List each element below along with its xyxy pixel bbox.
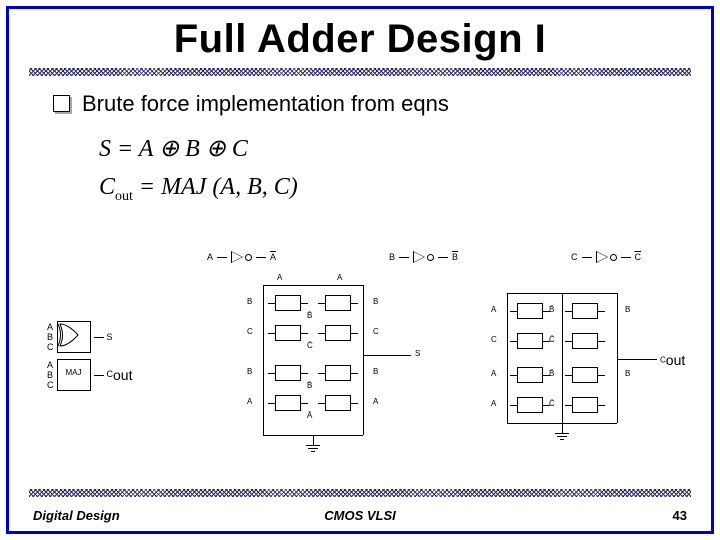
transistor-icon <box>325 295 351 311</box>
inverter-b-out: B <box>452 252 458 262</box>
footer: Digital Design CMOS VLSI 43 <box>9 508 711 523</box>
bullet-icon <box>53 95 70 112</box>
inverter-c: C C <box>571 251 641 263</box>
eqn2-rhs: MAJ (A, B, C) <box>161 174 298 200</box>
inverter-a-in: A <box>207 252 213 262</box>
buffer-icon <box>231 251 243 263</box>
inverter-b-in: B <box>389 252 395 262</box>
slide-frame: Full Adder Design I Brute force implemen… <box>6 6 714 534</box>
ground-icon <box>306 445 320 455</box>
slide-title: Full Adder Design I <box>9 17 711 62</box>
transistor-icon <box>275 325 301 341</box>
transistor-icon <box>275 395 301 411</box>
transistor-icon <box>572 303 598 319</box>
eqn1-rhs: A ⊕ B ⊕ C <box>139 136 248 162</box>
sum-output-label: S <box>415 349 420 358</box>
maj-output: Cout <box>107 367 133 383</box>
transistor-schematic-cout: A B̄ B C C̄ Cout A B̄ B A C̄ <box>467 289 667 449</box>
inverter-bubble-icon <box>427 254 434 261</box>
diagram-area: A A B B C C <box>47 245 681 465</box>
buffer-icon <box>596 251 608 263</box>
transistor-icon <box>325 395 351 411</box>
bullet-text: Brute force implementation from eqns <box>82 91 449 117</box>
transistor-icon <box>517 397 543 413</box>
transistor-icon <box>572 333 598 349</box>
xor-output: S <box>107 332 113 342</box>
eqn1-lhs: S <box>99 136 111 162</box>
transistor-icon <box>517 367 543 383</box>
maj-gate-icon: MAJ <box>57 359 91 391</box>
footer-center: CMOS VLSI <box>9 508 711 523</box>
bullet-item: Brute force implementation from eqns <box>53 91 681 117</box>
eqn2-lhs-base: C <box>99 174 115 200</box>
content-area: Brute force implementation from eqns S =… <box>53 91 681 207</box>
maj-inputs: A B C <box>47 360 54 390</box>
buffer-icon <box>413 251 425 263</box>
inverter-a-out: A <box>270 252 276 262</box>
inverter-bubble-icon <box>245 254 252 261</box>
inverter-c-out: C <box>635 252 642 262</box>
transistor-icon <box>517 303 543 319</box>
xor-gate-row: A B C S <box>47 321 167 353</box>
inverter-a: A A <box>207 251 276 263</box>
maj-gate-row: A B C MAJ Cout <box>47 359 167 391</box>
xor-inputs: A B C <box>47 322 54 352</box>
transistor-icon <box>517 333 543 349</box>
transistor-icon <box>325 325 351 341</box>
logic-block: A B C S A B C MAJ <box>47 321 167 397</box>
transistor-icon <box>572 367 598 383</box>
equation-1: S = A ⊕ B ⊕ C <box>99 131 681 167</box>
eqn2-lhs-sub: out <box>115 189 133 204</box>
equations: S = A ⊕ B ⊕ C Cout = MAJ (A, B, C) <box>99 131 681 207</box>
cout-output-label: Cout <box>660 352 685 368</box>
transistor-icon <box>275 295 301 311</box>
inverter-bubble-icon <box>610 254 617 261</box>
transistor-schematic-sum: A A B B̄ B C C̄ C S B B̄ <box>215 275 425 455</box>
divider-top <box>29 68 691 76</box>
transistor-icon <box>572 397 598 413</box>
divider-bottom <box>29 489 691 497</box>
equation-2: Cout = MAJ (A, B, C) <box>99 169 681 207</box>
inverter-c-in: C <box>571 252 578 262</box>
inverter-b: B B <box>389 251 458 263</box>
xor-gate-icon <box>57 321 91 353</box>
inverter-row: A A B B C C <box>207 245 641 269</box>
transistor-icon <box>275 365 301 381</box>
transistor-icon <box>325 365 351 381</box>
ground-icon <box>555 433 569 443</box>
